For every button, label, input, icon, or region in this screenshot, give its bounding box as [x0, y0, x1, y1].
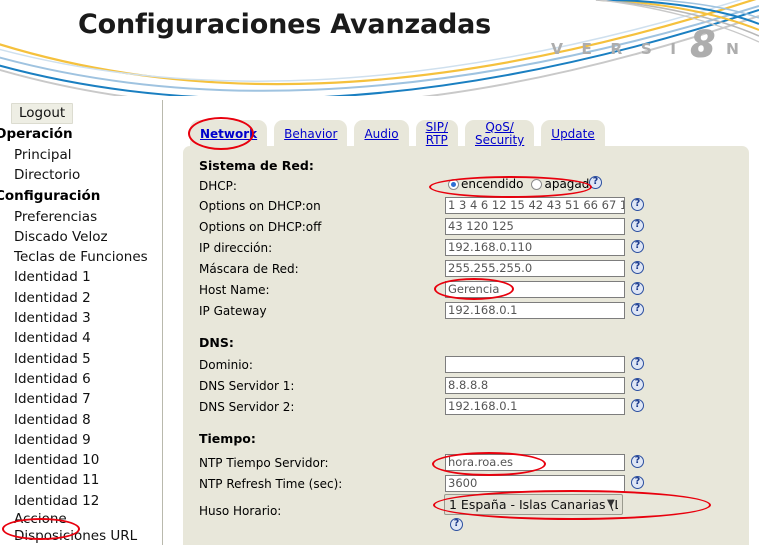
sidebar-item-identidad-11[interactable]: Identidad 11 — [0, 470, 162, 490]
main-content: Network Behavior Audio SIP/ RTP QoS/ Sec… — [164, 100, 759, 545]
dhcp-radio-on[interactable] — [448, 178, 459, 190]
input-dominio[interactable] — [445, 356, 625, 373]
input-dns-server-2[interactable]: 192.168.0.1 — [445, 398, 625, 415]
input-ntp-refresh[interactable]: 3600 — [445, 475, 625, 492]
label-host-name: Host Name: — [199, 283, 270, 297]
help-icon-ntp-server[interactable]: ? — [631, 455, 644, 468]
label-dns-server-2: DNS Servidor 2: — [199, 400, 295, 414]
tab-update[interactable]: Update — [541, 120, 605, 148]
help-icon-dominio[interactable]: ? — [631, 357, 644, 370]
sidebar-heading-configuracion: Configuración — [0, 187, 101, 204]
label-options-dhcp-on: Options on DHCP:on — [199, 199, 321, 213]
help-icon-dhcp[interactable]: ? — [589, 176, 602, 189]
help-icon-huso-horario[interactable]: ? — [450, 518, 463, 531]
label-ntp-server: NTP Tiempo Servidor: — [199, 456, 329, 470]
sidebar-item-identidad-3[interactable]: Identidad 3 — [0, 308, 162, 328]
sidebar-item-identidad-4[interactable]: Identidad 4 — [0, 328, 162, 348]
sidebar-item-identidad-5[interactable]: Identidad 5 — [0, 349, 162, 369]
sidebar-nav: Operación Principal Directorio Configura… — [0, 124, 162, 545]
sidebar-item-directorio[interactable]: Directorio — [0, 165, 162, 185]
tab-sip-rtp-label[interactable]: SIP/ RTP — [426, 121, 448, 147]
help-icon-ntp-refresh[interactable]: ? — [631, 476, 644, 489]
help-icon-dns-server-2[interactable]: ? — [631, 399, 644, 412]
sidebar-item-identidad-12[interactable]: Identidad 12 — [0, 491, 162, 511]
label-ntp-refresh: NTP Refresh Time (sec): — [199, 477, 343, 491]
dhcp-radio-group[interactable]: encendido apagado — [448, 177, 603, 191]
label-options-dhcp-off: Options on DHCP:off — [199, 220, 322, 234]
help-icon-dns-server-1[interactable]: ? — [631, 378, 644, 391]
label-ip-gateway: IP Gateway — [199, 304, 267, 318]
sidebar-item-identidad-7[interactable]: Identidad 7 — [0, 389, 162, 409]
tab-network[interactable]: Network — [190, 120, 268, 148]
label-dominio: Dominio: — [199, 358, 253, 372]
help-icon-options-dhcp-on[interactable]: ? — [631, 198, 644, 211]
tab-qos-security-label[interactable]: QoS/ Security — [475, 121, 524, 147]
input-dns-server-1[interactable]: 8.8.8.8 — [445, 377, 625, 394]
input-options-dhcp-on[interactable]: 1 3 4 6 12 15 42 43 51 66 67 12 — [445, 197, 625, 214]
version-label: V E R S I O N — [551, 40, 746, 58]
section-title-network: Sistema de Red: — [199, 158, 314, 173]
page-title: Configuraciones Avanzadas — [78, 9, 492, 40]
select-huso-horario[interactable]: 1 España - Islas Canarias (Las Palmas) — [444, 494, 623, 515]
version-number: 8 — [690, 23, 716, 66]
tab-audio-label[interactable]: Audio — [364, 127, 398, 141]
help-icon-netmask[interactable]: ? — [631, 261, 644, 274]
tab-audio[interactable]: Audio — [354, 120, 409, 148]
tab-network-label[interactable]: Network — [200, 127, 257, 141]
tab-behavior-label[interactable]: Behavior — [284, 127, 337, 141]
input-options-dhcp-off[interactable]: 43 120 125 — [445, 218, 625, 235]
tab-bar: Network Behavior Audio SIP/ RTP QoS/ Sec… — [190, 118, 605, 148]
help-icon-ip-address[interactable]: ? — [631, 240, 644, 253]
input-host-name[interactable]: Gerencia — [445, 281, 625, 298]
sidebar-item-accione-disposiciones-url[interactable]: Accione Disposiciones URL — [0, 511, 150, 545]
sidebar-item-identidad-10[interactable]: Identidad 10 — [0, 450, 162, 470]
settings-panel: Sistema de Red: DHCP: encendido apagado … — [183, 146, 749, 545]
page-banner: Configuraciones Avanzadas V E R S I O N … — [0, 0, 759, 96]
section-title-time: Tiempo: — [199, 431, 256, 446]
label-netmask: Máscara de Red: — [199, 262, 299, 276]
sidebar-item-identidad-1[interactable]: Identidad 1 — [0, 267, 162, 287]
section-title-dns: DNS: — [199, 335, 234, 350]
sidebar-item-discado-veloz[interactable]: Discado Veloz — [0, 227, 162, 247]
sidebar-item-preferencias[interactable]: Preferencias — [0, 207, 162, 227]
label-dns-server-1: DNS Servidor 1: — [199, 379, 295, 393]
logout-button[interactable]: Logout — [11, 103, 74, 124]
tab-behavior[interactable]: Behavior — [274, 120, 348, 148]
sidebar: Logout Operación Principal Directorio Co… — [0, 100, 163, 545]
sidebar-heading-operacion: Operación — [0, 126, 73, 142]
sidebar-item-identidad-9[interactable]: Identidad 9 — [0, 430, 162, 450]
sidebar-item-principal[interactable]: Principal — [0, 145, 162, 165]
tab-qos-security[interactable]: QoS/ Security — [465, 120, 535, 148]
sidebar-item-identidad-6[interactable]: Identidad 6 — [0, 369, 162, 389]
sidebar-item-identidad-8[interactable]: Identidad 8 — [0, 410, 162, 430]
dhcp-radio-on-label: encendido — [461, 177, 524, 191]
help-icon-options-dhcp-off[interactable]: ? — [631, 219, 644, 232]
help-icon-host-name[interactable]: ? — [631, 282, 644, 295]
tab-sip-rtp[interactable]: SIP/ RTP — [415, 120, 458, 148]
sidebar-item-teclas-de-funciones[interactable]: Teclas de Funciones — [0, 247, 162, 267]
input-ip-address[interactable]: 192.168.0.110 — [445, 239, 625, 256]
input-ip-gateway[interactable]: 192.168.0.1 — [445, 302, 625, 319]
input-netmask[interactable]: 255.255.255.0 — [445, 260, 625, 277]
label-dhcp: DHCP: — [199, 179, 237, 193]
label-huso-horario: Huso Horario: — [199, 504, 282, 518]
input-ntp-server[interactable]: hora.roa.es — [445, 454, 625, 471]
tab-update-label[interactable]: Update — [551, 127, 594, 141]
label-ip-address: IP dirección: — [199, 241, 273, 255]
sidebar-item-identidad-2[interactable]: Identidad 2 — [0, 288, 162, 308]
help-icon-ip-gateway[interactable]: ? — [631, 303, 644, 316]
dhcp-radio-off[interactable] — [531, 178, 543, 190]
